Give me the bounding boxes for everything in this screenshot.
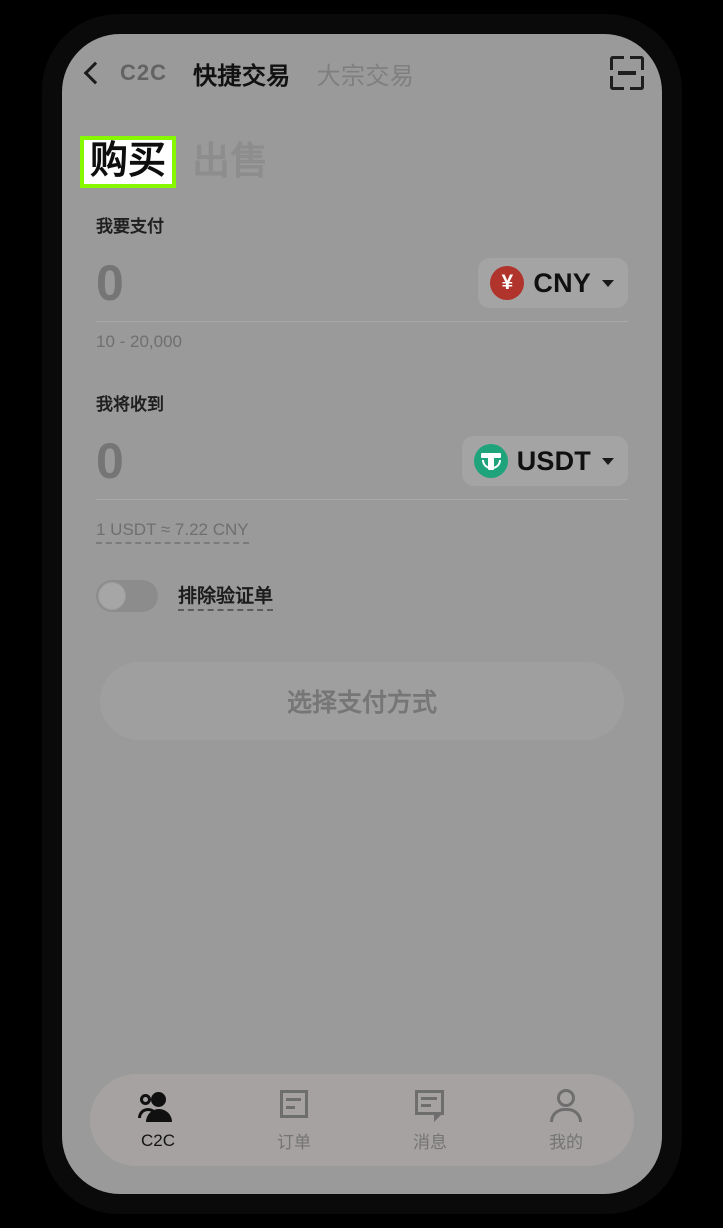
receive-currency-selector[interactable]: USDT	[461, 436, 628, 486]
tab-buy[interactable]: 购买	[80, 136, 177, 188]
receive-currency-code: USDT	[516, 445, 591, 476]
pay-currency-selector[interactable]: ¥ CNY	[478, 258, 628, 308]
document-icon	[274, 1087, 314, 1123]
pay-currency-code: CNY	[533, 267, 591, 298]
header-brand-c2c[interactable]: C2C	[120, 60, 167, 86]
receive-field-label: 我将收到	[96, 395, 164, 414]
select-payment-method-button[interactable]: 选择支付方式	[100, 662, 624, 740]
nav-label-orders: 订单	[277, 1133, 311, 1152]
exclude-verified-label[interactable]: 排除验证单	[178, 581, 274, 611]
chevron-down-icon	[602, 457, 614, 465]
nav-item-c2c[interactable]: C2C	[90, 1090, 226, 1151]
pay-field-label: 我要支付	[96, 217, 164, 236]
exchange-rate-hint[interactable]: 1 USDT ≈ 7.22 CNY	[96, 520, 249, 544]
pay-amount-row: ¥ CNY	[96, 245, 628, 322]
nav-item-orders[interactable]: 订单	[226, 1087, 362, 1153]
trade-form: 我要支付 ¥ CNY 10 - 20,000 我将收到 USDT	[62, 212, 662, 740]
nav-item-profile[interactable]: 我的	[498, 1087, 634, 1153]
back-chevron-icon[interactable]	[80, 53, 106, 93]
nav-label-messages: 消息	[413, 1133, 447, 1152]
phone-frame: C2C 快捷交易 大宗交易 购买 出售 我要支付 ¥ CNY 10 -	[42, 14, 682, 1214]
people-icon	[138, 1090, 178, 1126]
person-icon	[546, 1087, 586, 1123]
receive-amount-input[interactable]	[96, 432, 356, 490]
receive-amount-row: USDT	[96, 423, 628, 500]
pay-amount-input[interactable]	[96, 254, 356, 312]
exclude-verified-row: 排除验证单	[96, 580, 628, 612]
bottom-navigation-bar: C2C 订单 消息 我的	[90, 1074, 634, 1166]
phone-screen: C2C 快捷交易 大宗交易 购买 出售 我要支付 ¥ CNY 10 -	[62, 34, 662, 1194]
header-tab-quick-trade[interactable]: 快捷交易	[193, 56, 291, 91]
scan-icon[interactable]	[610, 56, 644, 90]
exclude-verified-toggle[interactable]	[96, 580, 158, 612]
nav-label-profile: 我的	[549, 1133, 583, 1152]
trade-mode-tabs: 购买 出售	[62, 127, 662, 197]
nav-label-c2c: C2C	[140, 1130, 175, 1150]
tab-sell[interactable]: 出售	[192, 143, 268, 181]
chevron-down-icon	[602, 279, 614, 287]
header-tab-block-trade[interactable]: 大宗交易	[317, 56, 415, 91]
chat-bubble-icon	[410, 1087, 450, 1123]
pay-limit-hint: 10 - 20,000	[96, 332, 183, 351]
nav-item-messages[interactable]: 消息	[362, 1087, 498, 1153]
usdt-coin-icon	[473, 444, 508, 478]
cny-coin-icon: ¥	[490, 266, 525, 300]
app-header: C2C 快捷交易 大宗交易	[62, 34, 662, 112]
